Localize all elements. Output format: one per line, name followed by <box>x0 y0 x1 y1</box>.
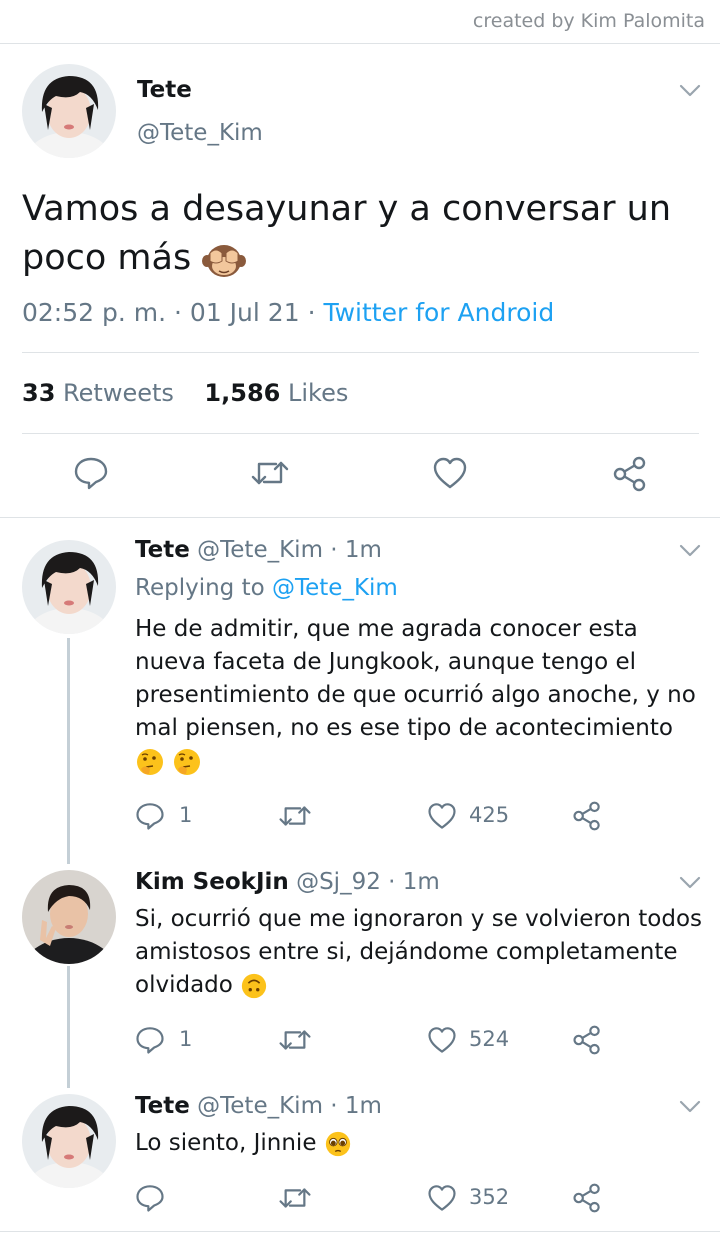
reply-icon[interactable] <box>73 455 109 491</box>
like-icon[interactable] <box>427 801 457 831</box>
chevron-down-icon[interactable] <box>679 84 701 98</box>
reply-text: He de admitir, que me agrada conocer est… <box>135 613 710 778</box>
top-divider <box>0 43 720 44</box>
author-name[interactable]: Tete <box>135 537 190 563</box>
divider <box>22 352 699 353</box>
like-count: 352 <box>469 1185 510 1209</box>
chevron-down-icon[interactable] <box>679 544 701 558</box>
tweet-source-link[interactable]: Twitter for Android <box>323 298 554 327</box>
author-name[interactable]: Kim SeokJin <box>135 869 289 895</box>
replying-to-handle[interactable]: @Tete_Kim <box>272 575 398 601</box>
avatar[interactable] <box>22 540 116 634</box>
reply-count: 1 <box>179 1027 193 1051</box>
reply-text-body: Si, ocurrió que me ignoraron y se volvie… <box>135 906 703 998</box>
like-count: 524 <box>469 1027 510 1051</box>
share-icon[interactable] <box>572 1025 602 1055</box>
author-name[interactable]: Tete <box>137 77 192 103</box>
divider <box>22 433 699 434</box>
divider <box>0 517 720 518</box>
tweet-stats: 33 Retweets 1,586 Likes <box>22 379 348 407</box>
reply-header: Tete @Tete_Kim · 1m <box>135 537 382 563</box>
like-icon[interactable] <box>432 456 468 490</box>
meta-dot: · <box>388 869 403 895</box>
tweet-date: 01 Jul 21 <box>189 298 300 327</box>
tweet-time: 02:52 p. m. <box>22 298 167 327</box>
reply-icon[interactable] <box>135 1183 165 1213</box>
upside-down-face-icon <box>242 973 267 998</box>
meta-dot: · <box>174 298 190 327</box>
reply-text-body: He de admitir, que me agrada conocer est… <box>135 616 696 741</box>
reply-count: 1 <box>179 803 193 827</box>
replying-to: Replying to @Tete_Kim <box>135 575 398 601</box>
like-icon[interactable] <box>427 1183 457 1213</box>
chevron-down-icon[interactable] <box>679 876 701 890</box>
author-handle[interactable]: @Tete_Kim <box>137 120 263 146</box>
reply-time: 1m <box>344 537 382 563</box>
pleading-face-icon <box>325 1131 350 1156</box>
tweet-text: Vamos a desayunar y a conversar un poco … <box>22 185 712 283</box>
reply-actions: 1 425 <box>135 801 605 831</box>
replying-to-label: Replying to <box>135 575 265 601</box>
meta-dot: · <box>307 298 324 327</box>
like-icon[interactable] <box>427 1025 457 1055</box>
reply-icon[interactable] <box>135 1025 165 1055</box>
credit-text: created by Kim Palomita <box>472 10 705 32</box>
reply-icon[interactable] <box>135 801 165 831</box>
reply-time: 1m <box>402 869 440 895</box>
share-icon[interactable] <box>572 801 602 831</box>
thread-line <box>67 638 70 864</box>
author-name[interactable]: Tete <box>135 1093 190 1119</box>
retweet-icon[interactable] <box>278 1183 312 1213</box>
reply-text: Lo siento, Jinnie <box>135 1127 710 1160</box>
chevron-down-icon[interactable] <box>679 1100 701 1114</box>
avatar[interactable] <box>22 1094 116 1188</box>
reply-text: Si, ocurrió que me ignoraron y se volvie… <box>135 903 710 1002</box>
reply-text-body: Lo siento, Jinnie <box>135 1130 317 1156</box>
meta-dot: · <box>330 537 345 563</box>
like-label[interactable]: Likes <box>288 379 348 407</box>
see-no-evil-monkey-icon <box>202 245 247 277</box>
retweet-label[interactable]: Retweets <box>63 379 174 407</box>
like-count[interactable]: 1,586 <box>204 379 280 407</box>
tweet-meta: 02:52 p. m. · 01 Jul 21 · Twitter for An… <box>22 298 554 327</box>
like-count: 425 <box>469 803 510 827</box>
author-handle[interactable]: @Sj_92 <box>296 869 381 895</box>
reply-time: 1m <box>344 1093 382 1119</box>
reply-actions: 1 524 <box>135 1025 605 1055</box>
reply-header: Kim SeokJin @Sj_92 · 1m <box>135 869 440 895</box>
share-icon[interactable] <box>612 456 648 492</box>
author-handle[interactable]: @Tete_Kim <box>197 537 323 563</box>
meta-dot: · <box>330 1093 345 1119</box>
avatar[interactable] <box>22 870 116 964</box>
author-handle[interactable]: @Tete_Kim <box>197 1093 323 1119</box>
thinking-face-icon <box>137 748 163 775</box>
divider <box>0 1231 720 1232</box>
retweet-icon[interactable] <box>278 1025 312 1055</box>
retweet-icon[interactable] <box>250 456 290 490</box>
reply-header: Tete @Tete_Kim · 1m <box>135 1093 382 1119</box>
tweet-text-body: Vamos a desayunar y a conversar un poco … <box>22 189 672 278</box>
reply-actions: 352 <box>135 1183 605 1213</box>
retweet-count[interactable]: 33 <box>22 379 55 407</box>
avatar[interactable] <box>22 64 116 158</box>
retweet-icon[interactable] <box>278 801 312 831</box>
thinking-face-icon <box>174 748 201 775</box>
share-icon[interactable] <box>572 1183 602 1213</box>
thread-line <box>67 966 70 1088</box>
